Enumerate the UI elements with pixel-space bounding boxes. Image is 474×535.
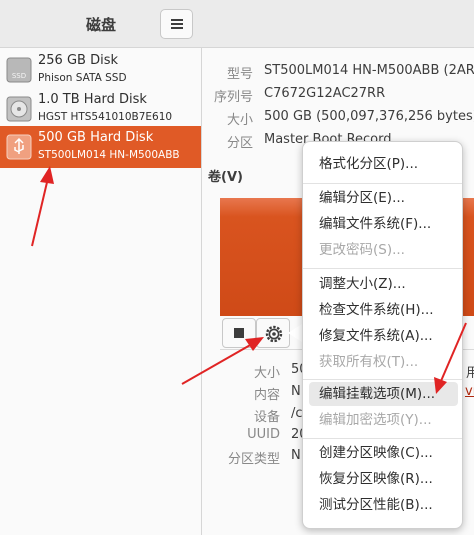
- disk-sidebar: 磁盘 SSD 256 GB Disk Phison SATA SSD 1.0 T…: [0, 0, 202, 535]
- disk-name: 256 GB Disk: [38, 53, 118, 68]
- ssd-icon: SSD: [6, 57, 32, 83]
- menu-item-edit-partition[interactable]: 编辑分区(E)...: [309, 186, 458, 210]
- sidebar-header: 磁盘: [0, 0, 202, 48]
- disk-item-1tb-hard-disk[interactable]: 1.0 TB Hard Disk HGST HTS541010B7E610: [0, 88, 201, 130]
- device-label: 设备: [253, 410, 280, 425]
- hamburger-icon: [171, 19, 183, 29]
- main-header-bar: [202, 0, 474, 48]
- menu-item-take-ownership: 获取所有权(T)...: [319, 354, 419, 370]
- partition-type-value: N: [291, 448, 301, 463]
- model-label: 型号: [226, 67, 253, 82]
- uuid-label: UUID: [247, 427, 280, 442]
- disk-model: ST500LM014 HN-M500ABB: [38, 149, 180, 161]
- disk-model: HGST HTS541010B7E610: [38, 111, 173, 123]
- device-value: /c: [291, 406, 303, 421]
- contents-label: 内容: [253, 388, 280, 403]
- menu-item-format-partition[interactable]: 格式化分区(P)...: [309, 152, 458, 176]
- menu-item-edit-mount-options[interactable]: 编辑挂载选项(M)...: [309, 382, 458, 406]
- disk-item-256gb-ssd[interactable]: SSD 256 GB Disk Phison SATA SSD: [0, 49, 201, 91]
- menu-item-create-partition-image[interactable]: 创建分区映像(C)...: [309, 441, 458, 465]
- menu-separator: [303, 379, 462, 380]
- menu-item-restore-partition-image[interactable]: 恢复分区映像(R)...: [309, 467, 458, 491]
- menu-item-benchmark-partition[interactable]: 测试分区性能(B)...: [309, 493, 458, 517]
- usb-drive-icon: [6, 134, 32, 160]
- hard-disk-icon: [6, 96, 32, 122]
- menu-item-check-filesystem[interactable]: 检查文件系统(H)...: [309, 298, 458, 322]
- menu-item-change-passphrase: 更改密码(S)...: [319, 242, 405, 258]
- size-label: 大小: [226, 113, 253, 128]
- partition-options-button[interactable]: [256, 318, 290, 348]
- volume-size-label: 大小: [253, 366, 280, 381]
- menu-item-resize[interactable]: 调整大小(Z)...: [309, 272, 458, 296]
- disk-item-500gb-hard-disk[interactable]: 500 GB Hard Disk ST500LM014 HN-M500ABB: [0, 126, 201, 168]
- volume-size-suffix: 用: [466, 366, 474, 381]
- partition-context-menu: 格式化分区(P)... 编辑分区(E)... 编辑文件系统(F)... 更改密码…: [302, 141, 463, 529]
- model-value: ST500LM014 HN-M500ABB (2AR: [264, 63, 474, 78]
- ssd-icon-label: SSD: [12, 72, 26, 80]
- stop-icon: [234, 328, 244, 338]
- serial-label: 序列号: [213, 90, 253, 105]
- partition-type-label: 分区类型: [227, 452, 280, 467]
- size-value: 500 GB (500,097,376,256 bytes): [264, 109, 474, 124]
- hamburger-menu-button[interactable]: [160, 9, 193, 39]
- disk-name: 500 GB Hard Disk: [38, 130, 154, 145]
- disk-model: Phison SATA SSD: [38, 72, 127, 84]
- gear-icon: [265, 325, 283, 343]
- disk-name: 1.0 TB Hard Disk: [38, 92, 147, 107]
- menu-pointer: [288, 324, 302, 342]
- menu-separator: [303, 183, 462, 184]
- contents-link[interactable]: vr: [465, 384, 474, 399]
- menu-separator: [303, 438, 462, 439]
- menu-item-repair-filesystem[interactable]: 修复文件系统(A)...: [309, 324, 458, 348]
- stop-button[interactable]: [222, 318, 256, 348]
- partitioning-label: 分区: [226, 136, 253, 151]
- serial-value: C7672G12AC27RR: [264, 86, 386, 101]
- menu-item-edit-filesystem[interactable]: 编辑文件系统(F)...: [309, 212, 458, 236]
- contents-value: N: [291, 384, 301, 399]
- volumes-heading: 卷(V): [208, 170, 243, 185]
- menu-item-edit-encryption-options: 编辑加密选项(Y)...: [319, 412, 432, 428]
- menu-separator: [303, 268, 462, 269]
